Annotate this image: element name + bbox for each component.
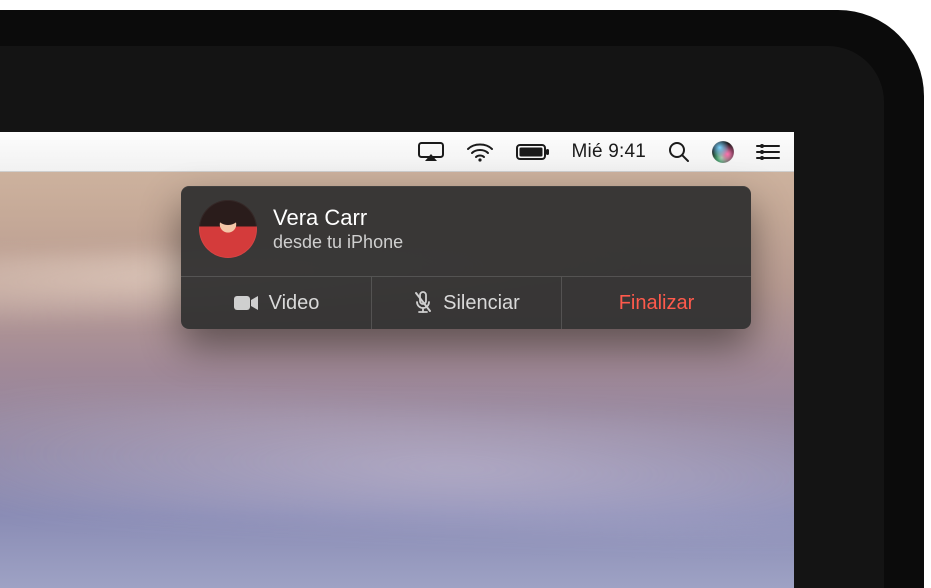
video-button-label: Video — [269, 292, 320, 315]
caller-name: Vera Carr — [273, 205, 403, 230]
mute-button-label: Silenciar — [443, 292, 520, 315]
video-camera-icon — [233, 294, 259, 312]
spotlight-icon[interactable] — [668, 132, 690, 171]
battery-icon[interactable] — [516, 132, 550, 171]
device-bezel-outer: Mié 9:41 — [0, 10, 924, 588]
menu-bar-clock[interactable]: Mié 9:41 — [572, 132, 646, 171]
caller-info: Vera Carr desde tu iPhone — [273, 205, 403, 253]
desktop: Mié 9:41 — [0, 132, 794, 588]
end-call-button-label: Finalizar — [619, 292, 695, 315]
device-bezel-inner: Mié 9:41 — [0, 46, 884, 588]
notification-center-icon[interactable] — [756, 132, 780, 171]
airplay-icon[interactable] — [418, 132, 444, 171]
microphone-mute-icon — [413, 291, 433, 315]
call-notification: Vera Carr desde tu iPhone — [181, 186, 751, 329]
siri-icon[interactable] — [712, 132, 734, 171]
call-actions: Video — [181, 276, 751, 329]
mute-button[interactable]: Silenciar — [371, 277, 561, 329]
wifi-icon[interactable] — [466, 132, 494, 171]
video-button[interactable]: Video — [181, 277, 371, 329]
menu-bar: Mié 9:41 — [0, 132, 794, 172]
caller-subtitle: desde tu iPhone — [273, 232, 403, 253]
end-call-button[interactable]: Finalizar — [561, 277, 751, 329]
caller-avatar — [199, 200, 257, 258]
device-frame: Mié 9:41 — [0, 0, 931, 588]
clock-text: Mié 9:41 — [572, 141, 646, 163]
call-header: Vera Carr desde tu iPhone — [181, 186, 751, 276]
